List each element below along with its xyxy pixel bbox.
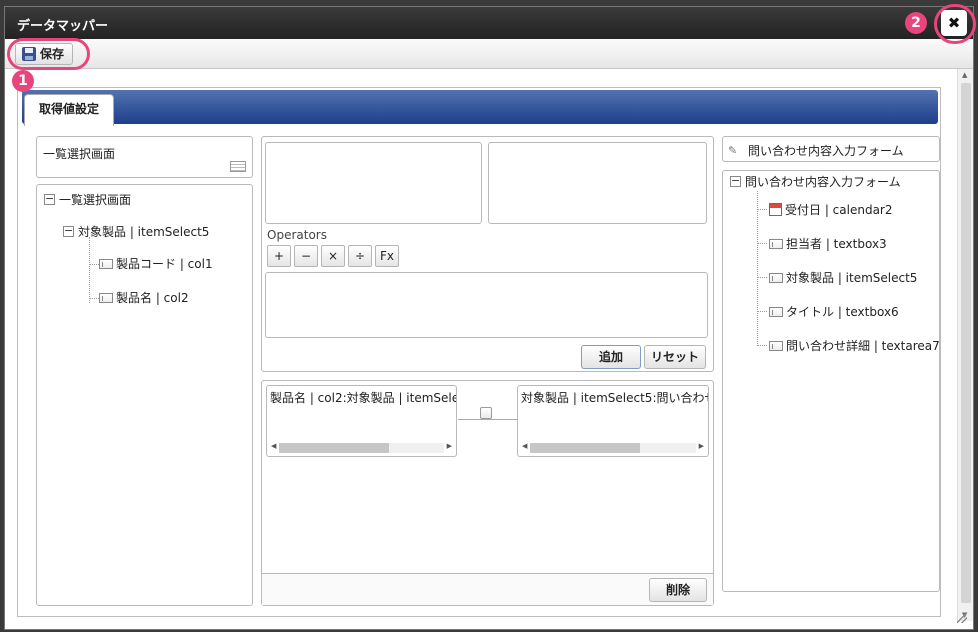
resize-grip-icon[interactable] <box>957 613 967 623</box>
column-field-icon <box>99 292 113 303</box>
scroll-right-arrow-icon[interactable]: ▶ <box>699 442 704 450</box>
target-leaf-label: 対象製品 | itemSelect5 <box>786 271 918 285</box>
save-highlight-ring <box>7 38 90 70</box>
source-tree-root[interactable]: − 一覧選択画面 <box>44 191 131 208</box>
field-icon <box>769 272 783 283</box>
close-highlight-ring <box>934 4 976 44</box>
mapping-source-text: 製品名 | col2:対象製品 | itemSelect <box>270 391 457 405</box>
field-icon <box>769 340 783 351</box>
source-leaf-label: 製品コード | col1 <box>116 257 213 271</box>
mapping-target-item[interactable]: 対象製品 | itemSelect5:問い合わせ内 ◀ ▶ <box>517 385 709 457</box>
expression-textarea[interactable] <box>265 272 708 338</box>
operator-multiply-button[interactable]: × <box>321 245 345 267</box>
source-tree-child[interactable]: − 対象製品 | itemSelect5 <box>63 223 209 240</box>
target-tree-leaf[interactable]: タイトル | textbox6 <box>769 303 899 320</box>
dialog-title: データマッパー <box>17 19 109 34</box>
mapping-footer: 削除 <box>262 573 713 605</box>
source-tree-panel: − 一覧選択画面 − 対象製品 | itemSelect5 製品コード | co… <box>36 184 253 606</box>
collapse-icon[interactable]: − <box>63 225 74 237</box>
target-tree-leaf[interactable]: 受付日 | calendar2 <box>769 201 893 218</box>
mapping-source-item[interactable]: 製品名 | col2:対象製品 | itemSelect ◀ ▶ <box>266 385 457 457</box>
target-leaf-label: 受付日 | calendar2 <box>785 203 893 217</box>
mapping-list-panel: 製品名 | col2:対象製品 | itemSelect ◀ ▶ 対象製品 | … <box>261 380 714 606</box>
magic-wand-icon: ✎ <box>728 143 738 157</box>
tab-value-settings[interactable]: 取得値設定 <box>24 94 114 126</box>
operator-plus-button[interactable]: + <box>267 245 291 267</box>
scrollbar-thumb[interactable] <box>961 83 971 603</box>
expression-panel: Operators + − × ÷ Fx 追加 リセット <box>261 136 714 372</box>
source-form-selector[interactable]: 一覧選択画面 <box>36 136 253 178</box>
operator-minus-button[interactable]: − <box>294 245 318 267</box>
target-field-box[interactable] <box>488 142 707 224</box>
data-mapper-dialog: データマッパー ✖ 保存 ▲ ▼ 取得値設定 一覧選択画面 <box>4 6 974 630</box>
source-tree-leaf[interactable]: 製品名 | col2 <box>99 289 189 306</box>
field-icon <box>769 238 783 249</box>
calendar-icon <box>769 203 782 216</box>
operators-label: Operators <box>267 228 327 242</box>
annotation-badge-1: 1 <box>12 70 34 92</box>
source-leaf-label: 製品名 | col2 <box>116 291 189 305</box>
target-form-title: 問い合わせ内容入力フォーム <box>748 144 904 158</box>
tab-bar: 取得値設定 <box>22 90 938 126</box>
scroll-left-arrow-icon[interactable]: ◀ <box>522 442 527 450</box>
target-leaf-label: 問い合わせ詳細 | textarea7 <box>786 339 940 353</box>
reset-button[interactable]: リセット <box>644 345 706 369</box>
scroll-right-arrow-icon[interactable]: ▶ <box>447 442 452 450</box>
target-leaf-label: 担当者 | textbox3 <box>786 237 887 251</box>
target-tree-leaf[interactable]: 担当者 | textbox3 <box>769 235 887 252</box>
field-icon <box>769 306 783 317</box>
target-tree-root-label: 問い合わせ内容入力フォーム <box>745 175 901 189</box>
target-tree-panel: − 問い合わせ内容入力フォーム 受付日 | calendar2 担当者 | te… <box>722 170 940 592</box>
toolbar: 保存 <box>5 39 973 69</box>
mapping-target-text: 対象製品 | itemSelect5:問い合わせ内 <box>521 391 709 405</box>
target-form-title-row: ✎ 問い合わせ内容入力フォーム <box>728 142 904 159</box>
source-tree-leaf[interactable]: 製品コード | col1 <box>99 255 213 272</box>
scroll-left-arrow-icon[interactable]: ◀ <box>271 442 276 450</box>
target-tree-root[interactable]: − 問い合わせ内容入力フォーム <box>730 173 901 190</box>
tab-content-area: 取得値設定 一覧選択画面 − 一覧選択画面 − 対象製品 | itemSelec… <box>17 87 941 617</box>
scrollbar-thumb[interactable] <box>530 443 640 453</box>
column-field-icon <box>99 258 113 269</box>
target-tree-leaf[interactable]: 問い合わせ詳細 | textarea7 <box>769 337 940 354</box>
collapse-icon[interactable]: − <box>44 193 55 205</box>
scroll-up-arrow-icon[interactable]: ▲ <box>962 71 967 79</box>
horizontal-scrollbar[interactable]: ◀ ▶ <box>520 440 706 454</box>
dialog-vertical-scrollbar[interactable]: ▲ ▼ <box>957 69 973 621</box>
source-tree-child-label: 対象製品 | itemSelect5 <box>78 225 210 239</box>
horizontal-scrollbar[interactable]: ◀ ▶ <box>269 440 454 454</box>
source-field-box[interactable] <box>265 142 482 224</box>
operator-function-button[interactable]: Fx <box>375 245 399 267</box>
source-form-title: 一覧選択画面 <box>43 147 116 161</box>
form-list-icon[interactable] <box>230 161 246 172</box>
target-form-selector[interactable]: ✎ 問い合わせ内容入力フォーム <box>722 136 940 162</box>
target-tree-leaf[interactable]: 対象製品 | itemSelect5 <box>769 269 917 286</box>
source-tree-root-label: 一覧選択画面 <box>59 193 132 207</box>
operator-divide-button[interactable]: ÷ <box>348 245 372 267</box>
collapse-icon[interactable]: − <box>730 175 741 187</box>
dialog-titlebar[interactable]: データマッパー ✖ <box>5 7 973 39</box>
annotation-badge-2: 2 <box>905 12 927 34</box>
delete-button[interactable]: 削除 <box>649 578 707 602</box>
scrollbar-thumb[interactable] <box>279 443 389 453</box>
add-button[interactable]: 追加 <box>581 345 641 369</box>
target-leaf-label: タイトル | textbox6 <box>786 305 899 319</box>
mapping-select-checkbox[interactable] <box>480 407 492 419</box>
